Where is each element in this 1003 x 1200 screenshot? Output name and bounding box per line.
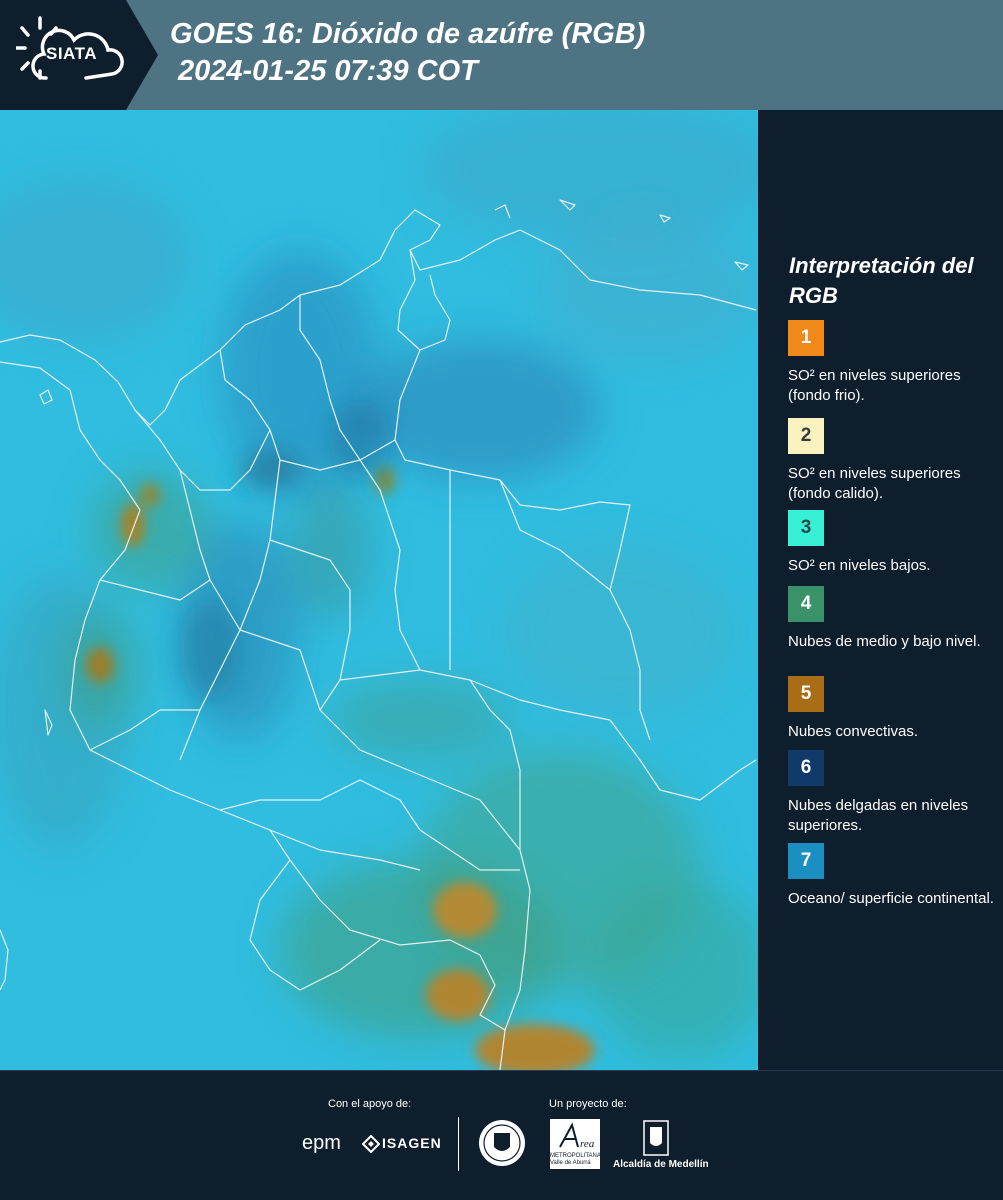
isagen-logo: ISAGEN [382,1135,442,1151]
legend-text-3: SO² en niveles bajos. [788,557,931,574]
legend-number-7: 7 [800,850,812,871]
logo-block: SIATA [0,0,158,110]
legend-item-4: 4 Nubes de medio y bajo nivel. [788,586,998,652]
header-bar: SIATA GOES 16: Dióxido de azúfre (RGB) 2… [0,0,1003,110]
legend-text-4: Nubes de medio y bajo nivel. [788,633,981,650]
legend-swatch-7: 7 [788,843,824,879]
area-metropolitana-subtitle: METROPOLITANA Valle de Aburrá [550,1153,601,1166]
isagen-logo-icon [362,1135,380,1153]
footer-divider [458,1117,459,1171]
legend-item-7: 7 Oceano/ superficie continental. [788,843,998,909]
map-canvas [0,110,758,1070]
legend-number-2: 2 [800,425,812,446]
legend-text-1: SO² en niveles superiores (fondo frio). [788,367,961,404]
legend-number-5: 5 [800,683,812,704]
map-timestamp: 2024-01-25 07:39 COT [178,55,478,87]
legend-item-3: 3 SO² en niveles bajos. [788,510,998,576]
legend-swatch-2: 2 [788,418,824,454]
legend-number-4: 4 [800,593,812,614]
rgb-legend: Interpretación del RGB 1 SO² en niveles … [758,110,1003,1070]
legend-swatch-4: 4 [788,586,824,622]
legend-swatch-3: 3 [788,510,824,546]
legend-item-5: 5 Nubes convectivas. [788,676,998,742]
epm-logo: epm [302,1132,341,1154]
legend-item-2: 2 SO² en niveles superiores (fondo calid… [788,418,998,522]
legend-item-1: 1 SO² en niveles superiores (fondo frio)… [788,320,998,406]
map-title: GOES 16: Dióxido de azúfre (RGB) [170,18,646,50]
logo-text: SIATA [46,44,97,63]
legend-title: Interpretación del RGB [789,253,974,308]
alcaldia-crest-icon [643,1120,669,1156]
legend-text-5: Nubes convectivas. [788,723,919,740]
legend-item-6: 6 Nubes delgadas en niveles superiores. [788,750,998,836]
legend-swatch-5: 5 [788,676,824,712]
satellite-map[interactable] [0,110,758,1070]
legend-text-6: Nubes delgadas en niveles superiores. [788,797,969,834]
legend-number-3: 3 [800,517,812,538]
legend-swatch-6: 6 [788,750,824,786]
legend-number-6: 6 [800,757,812,778]
legend-number-1: 1 [800,327,812,348]
svg-text:rea: rea [580,1138,595,1150]
support-label: Con el apoyo de: [328,1098,412,1110]
alcaldia-logo: Alcaldía de Medellín [613,1159,709,1170]
legend-swatch-1: 1 [788,320,824,356]
project-label: Un proyecto de: [549,1098,627,1110]
medellin-seal-icon [479,1120,525,1166]
legend-text-7: Oceano/ superficie continental. [788,890,994,907]
footer: Con el apoyo de: Un proyecto de: epm ISA… [0,1070,1003,1200]
